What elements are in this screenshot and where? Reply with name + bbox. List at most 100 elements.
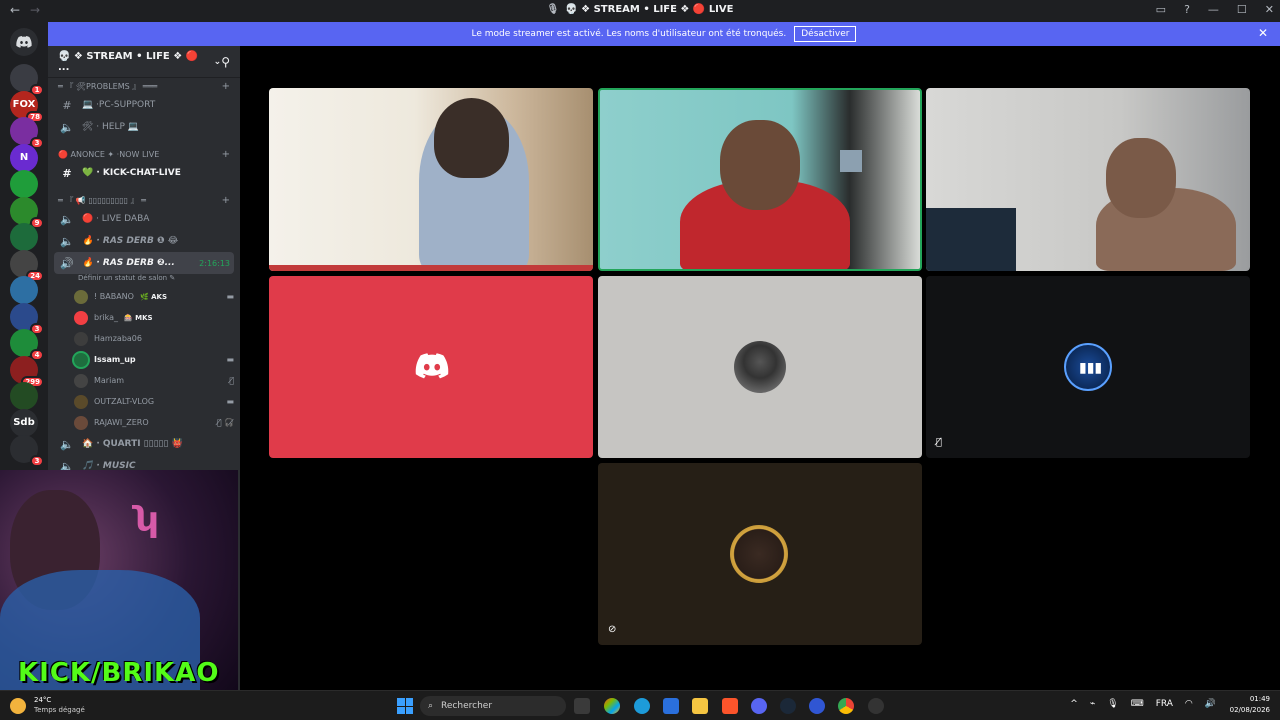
- mic-tray-icon[interactable]: 🎙: [1107, 699, 1118, 709]
- microphone-icon: 🎙: [546, 4, 560, 15]
- video-tile-avatar-grey[interactable]: [598, 276, 922, 458]
- user-avatar: [730, 525, 788, 583]
- channel-live-daba[interactable]: 🔈 🔴 · LIVE DABA: [54, 208, 234, 230]
- discord-logo-icon: [415, 353, 449, 383]
- close-window-icon[interactable]: ✕: [1265, 3, 1274, 16]
- add-channel-icon[interactable]: +: [222, 149, 230, 160]
- video-tile-camera-1[interactable]: [269, 88, 593, 271]
- video-tile-camera-2[interactable]: [598, 88, 922, 271]
- video-tile-camera-3[interactable]: [926, 88, 1250, 271]
- voice-user[interactable]: Mariam 🎙̸: [74, 370, 234, 391]
- voice-user[interactable]: Issam_up ▬: [74, 349, 234, 370]
- server-header[interactable]: 💀 ❖ STREAM • LIFE ❖ 🔴 ... ⌄ ⚲: [48, 46, 240, 78]
- voice-state-icon: ▬: [226, 292, 234, 301]
- category-anonce[interactable]: 🔴 ANONCE ✦ ·NOW LIVE +: [48, 146, 240, 162]
- copilot-icon[interactable]: [604, 698, 620, 714]
- maximize-icon[interactable]: ☐: [1237, 3, 1247, 16]
- server-icon[interactable]: 3: [10, 435, 44, 467]
- edge-icon[interactable]: [634, 698, 650, 714]
- server-icon[interactable]: 3: [10, 117, 44, 149]
- weather-widget[interactable]: 24°C Temps dégagé: [34, 695, 85, 715]
- channel-ras-derb-1[interactable]: 🔈 🔥 · RAS DERB ❶ 😂: [54, 230, 234, 252]
- video-tile-discord-avatar[interactable]: [269, 276, 593, 458]
- chevron-down-icon[interactable]: ⌄: [214, 57, 222, 67]
- channel-ras-derb-2[interactable]: 🔊 🔥 · RAS DERB ❷... 2:16:13: [54, 252, 234, 274]
- server-icon[interactable]: 24: [10, 249, 44, 282]
- discord-home-icon[interactable]: [10, 28, 38, 56]
- voice-user[interactable]: OUTZALT-VLOG ▬: [74, 391, 234, 412]
- server-icon[interactable]: [10, 276, 38, 304]
- close-banner-icon[interactable]: ✕: [1258, 26, 1268, 40]
- set-channel-status[interactable]: Définir un statut de salon ✎: [78, 274, 240, 286]
- chevron-up-icon[interactable]: ^: [1070, 699, 1078, 709]
- avatar: [74, 352, 88, 367]
- windows-start-icon[interactable]: [397, 698, 413, 714]
- wifi-icon[interactable]: ◠: [1185, 699, 1193, 709]
- minimize-icon[interactable]: —: [1208, 3, 1219, 16]
- server-icon[interactable]: [10, 382, 38, 410]
- volume-icon[interactable]: 🔊: [1205, 699, 1216, 709]
- help-icon[interactable]: ?: [1184, 3, 1190, 16]
- voice-state-icon: 🎙̸: [229, 376, 234, 385]
- server-icon[interactable]: 3: [10, 302, 44, 335]
- channel-kick-chat-live[interactable]: # 💚 · KICK-CHAT-LIVE: [54, 162, 234, 184]
- voice-user[interactable]: ! BABANO 🌿 AKS ▬: [74, 286, 234, 307]
- server-icon[interactable]: [10, 223, 38, 251]
- add-channel-icon[interactable]: +: [222, 195, 230, 206]
- channel-quarti[interactable]: 🔈 🏠 · QUARTI ▯▯▯▯▯ 👹: [54, 433, 234, 455]
- channel-label: 🛠 · HELP 💻: [82, 122, 139, 132]
- clock[interactable]: 01:49 02/08/2026: [1230, 694, 1270, 716]
- disable-streamer-mode-button[interactable]: Désactiver: [794, 26, 857, 42]
- server-icon[interactable]: 9: [10, 196, 44, 229]
- server-icon[interactable]: 1: [10, 64, 44, 96]
- channel-label: 💻 ·PC-SUPPORT: [82, 100, 156, 110]
- add-member-icon[interactable]: ⚲: [221, 55, 230, 69]
- obs-icon[interactable]: [868, 698, 884, 714]
- username: OUTZALT-VLOG: [94, 397, 155, 406]
- video-tile-avatar-dark[interactable]: ▮▮▮ 🎙̸: [926, 276, 1250, 458]
- channel-label: 🏠 · QUARTI ▯▯▯▯▯ 👹: [82, 439, 183, 449]
- voice-user[interactable]: brika_ 🎰 MKS: [74, 307, 234, 328]
- avatar: [74, 415, 88, 430]
- ea-icon[interactable]: [809, 698, 825, 714]
- brave-icon[interactable]: [722, 698, 738, 714]
- server-icon[interactable]: FOX 78: [10, 90, 44, 123]
- channel-help[interactable]: 🔈 🛠 · HELP 💻: [54, 116, 234, 138]
- username: brika_: [94, 313, 118, 322]
- keyboard-icon[interactable]: ⌨: [1131, 699, 1144, 709]
- hashtag-icon: #: [62, 166, 72, 180]
- voice-state-icon: ▬: [226, 397, 234, 406]
- network-icon[interactable]: ⌁: [1090, 699, 1095, 709]
- task-view-icon[interactable]: [574, 698, 590, 714]
- streamer-webcam-overlay: ʮ: [0, 470, 238, 690]
- language-indicator[interactable]: FRA: [1156, 699, 1173, 709]
- server-icon[interactable]: 4: [10, 329, 44, 361]
- weather-sun-icon[interactable]: [10, 698, 26, 714]
- file-explorer-icon[interactable]: [692, 698, 708, 714]
- window-reflection: [840, 150, 862, 172]
- add-channel-icon[interactable]: +: [222, 81, 230, 92]
- category-label: ═ 『 🛠PROBLEMS 』 ═══: [58, 81, 158, 91]
- voice-video-grid: ▮▮▮ 🎙̸ ⊘: [240, 46, 1280, 690]
- voice-user[interactable]: RAJAWI_ZERO 🎙̸ 🎧̸: [74, 412, 234, 433]
- speaker-icon: 🔊: [60, 256, 74, 270]
- store-icon[interactable]: [663, 698, 679, 714]
- video-tile-avatar-monkey[interactable]: ⊘: [598, 463, 922, 645]
- taskbar-search[interactable]: ⌕ Rechercher: [420, 696, 566, 716]
- username: ! BABANO: [94, 292, 134, 301]
- steam-icon[interactable]: [780, 698, 796, 714]
- server-icon[interactable]: [10, 170, 38, 198]
- discord-taskbar-icon[interactable]: [751, 698, 767, 714]
- category-voice[interactable]: ═ 『 📢 ▯▯▯▯▯▯▯▯▯ 』 ═ +: [48, 192, 240, 208]
- server-icon[interactable]: N: [10, 143, 38, 172]
- server-icon[interactable]: 299: [10, 355, 44, 388]
- voice-user[interactable]: Hamzaba06: [74, 328, 234, 349]
- server-icon[interactable]: Sdb: [10, 408, 38, 437]
- category-problems[interactable]: ═ 『 🛠PROBLEMS 』 ═══ +: [48, 78, 240, 94]
- chrome-icon[interactable]: [838, 698, 854, 714]
- username: Issam_up: [94, 355, 136, 364]
- kick-username-overlay: KICK/BRIKAO: [18, 658, 220, 688]
- channel-pc-support[interactable]: # 💻 ·PC-SUPPORT: [54, 94, 234, 116]
- inbox-icon[interactable]: ▭: [1156, 3, 1166, 16]
- weather-temp: 24°C: [34, 696, 52, 704]
